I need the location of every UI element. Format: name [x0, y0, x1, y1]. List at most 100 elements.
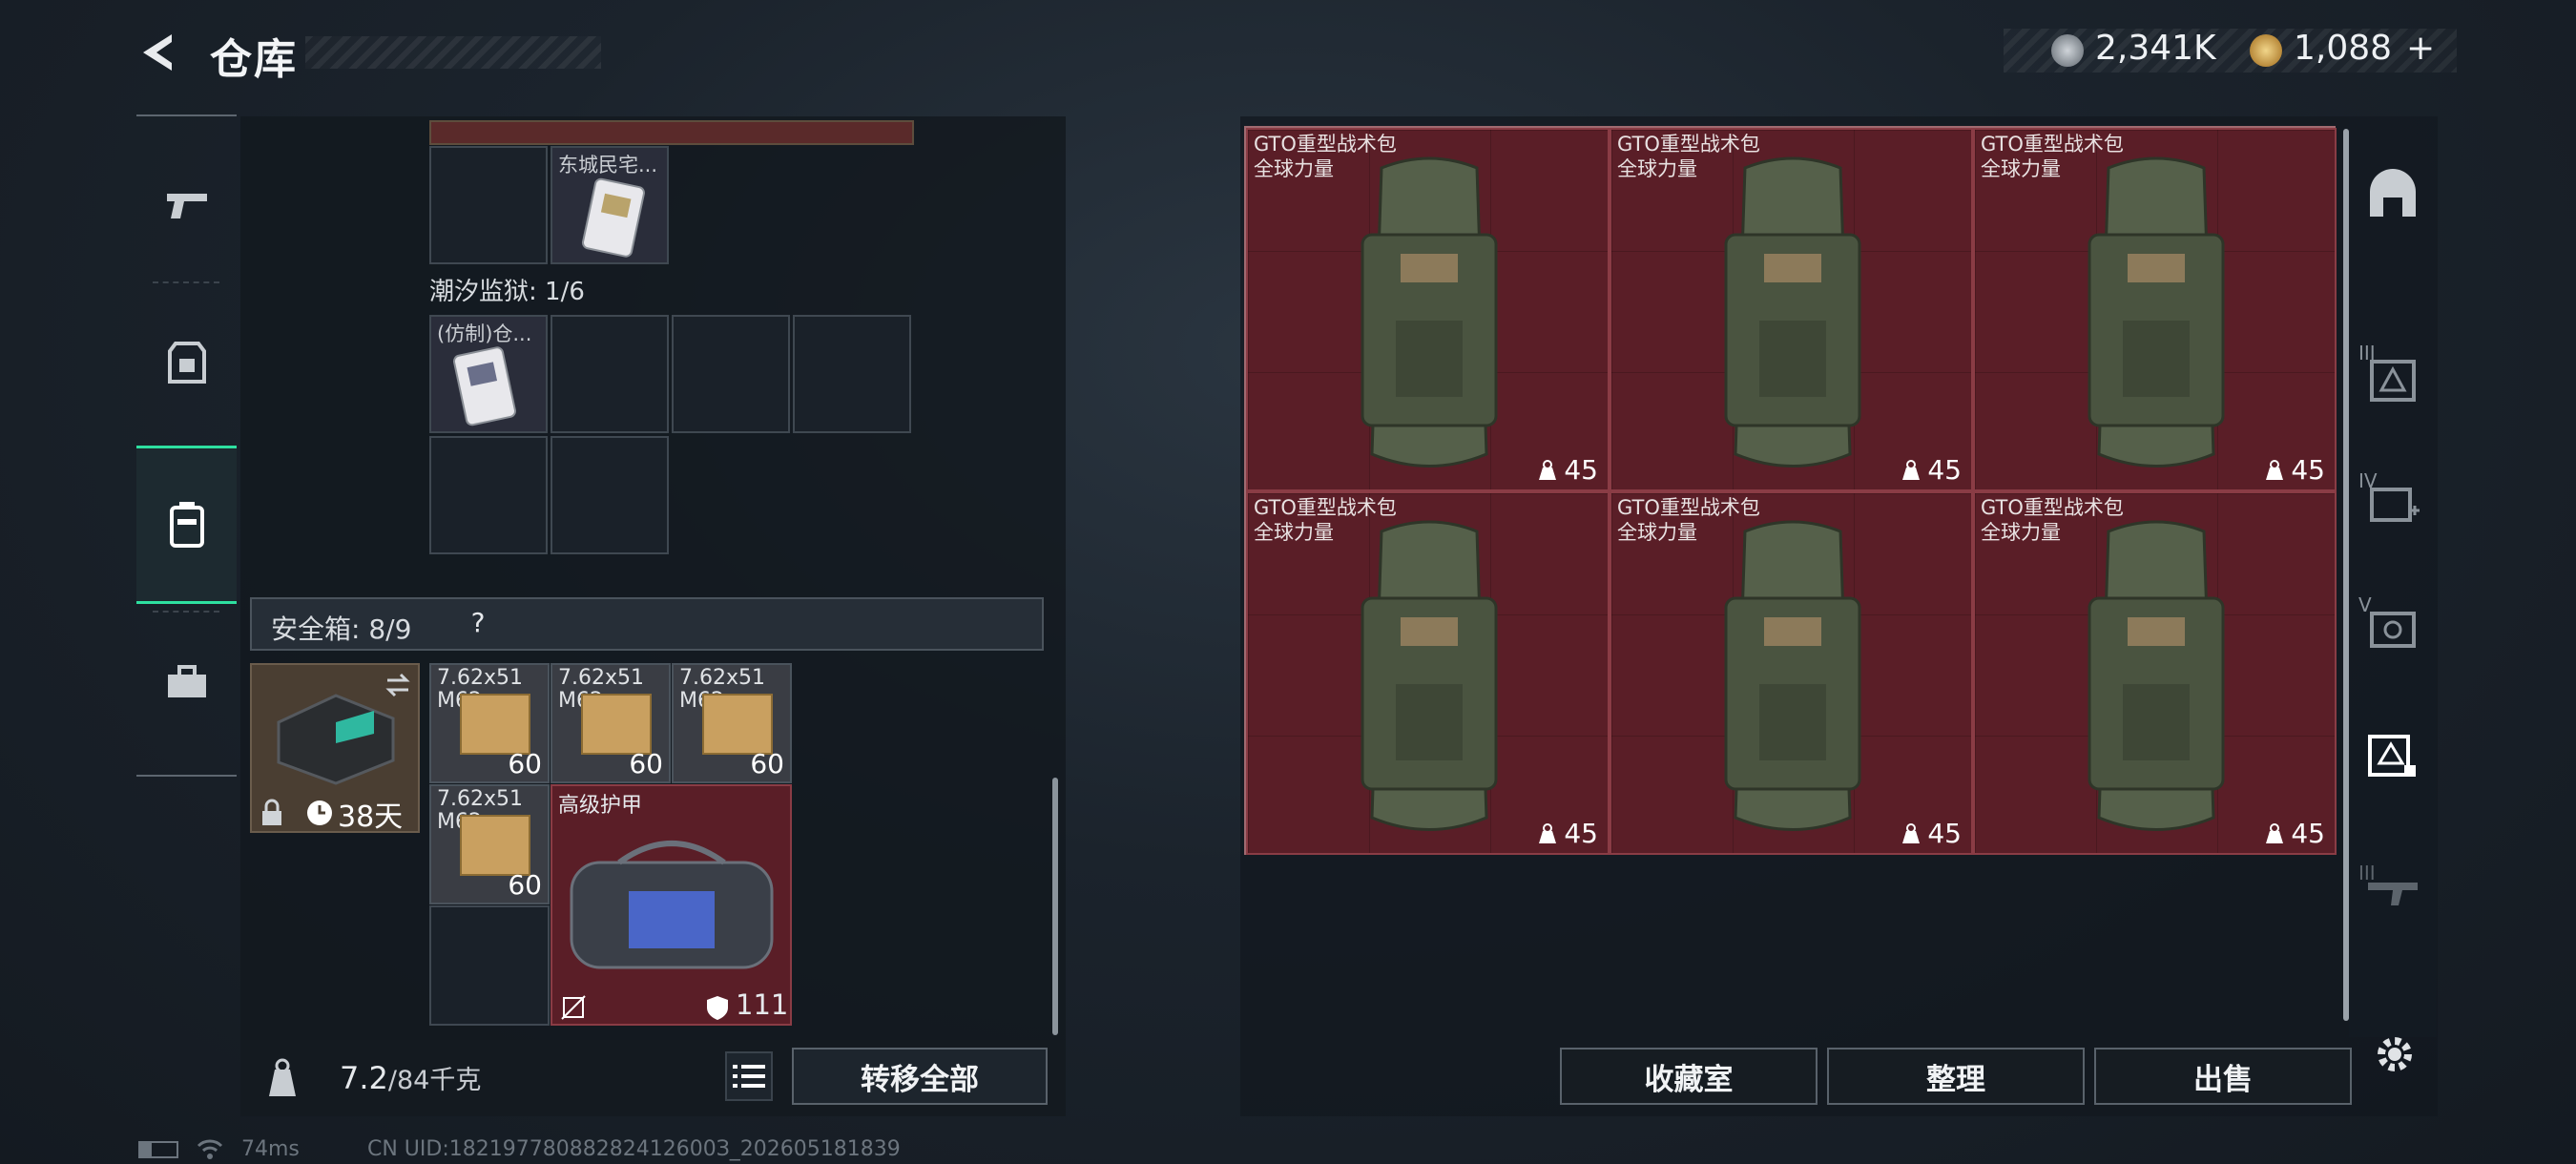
key-card-item[interactable]: (仿制)仓...	[429, 315, 548, 433]
filter-tier-5[interactable]: V	[2349, 572, 2437, 677]
filter-backpack[interactable]	[2349, 701, 2437, 806]
sell-button[interactable]: 出售	[2094, 1048, 2352, 1105]
weight-icon	[1902, 822, 1921, 843]
ammo-item[interactable]: 7.62x51M62 60	[429, 663, 550, 783]
backpack-weight-value: 45	[2291, 454, 2325, 486]
backpack-item[interactable]: GTO重型战术包 全球力量 45	[1973, 128, 2337, 491]
backpack-weight-value: 45	[1564, 818, 1598, 849]
shield-icon	[707, 996, 728, 1020]
grid-slot[interactable]	[551, 315, 669, 433]
grid-slot[interactable]	[429, 146, 548, 264]
backpack-brand: 全球力量	[1981, 157, 2061, 180]
organize-button[interactable]: 整理	[1827, 1048, 2085, 1105]
tier-5-icon	[2370, 612, 2416, 648]
weight-icon	[2266, 459, 2284, 480]
helmet-filter-icon	[2370, 169, 2416, 217]
pistol-icon	[166, 194, 207, 218]
collection-room-button[interactable]: 收藏室	[1560, 1048, 1818, 1105]
settings-button[interactable]	[2366, 1026, 2423, 1083]
section-label-prison: 潮汐监狱: 1/6	[429, 278, 585, 306]
ammo-item[interactable]: 7.62x51M62 60	[551, 663, 671, 783]
safe-box-icon	[277, 694, 395, 785]
back-button[interactable]	[134, 29, 181, 76]
battery-icon	[138, 1141, 178, 1158]
weight-icon	[1902, 459, 1921, 480]
currency-coins: 2,341K	[2095, 29, 2216, 68]
weight-icon	[269, 1058, 296, 1096]
ammo-caliber: 7.62x51	[558, 666, 644, 690]
wifi-icon	[197, 1139, 223, 1159]
coin-currency-icon	[2051, 34, 2084, 67]
uid-readout: CN UID:18219778088282412600З_20260518183…	[367, 1137, 901, 1161]
backpack-brand: 全球力量	[1254, 157, 1334, 180]
backpack-item[interactable]: GTO重型战术包 全球力量 45	[1973, 491, 2337, 855]
weight-readout: 7.2/84千克	[340, 1059, 481, 1096]
ammo-count: 60	[750, 748, 784, 779]
nav-backpack[interactable]	[136, 446, 237, 604]
list-view-button[interactable]	[725, 1051, 773, 1101]
tactical-backpack-icon	[2088, 520, 2225, 831]
ammo-count: 60	[508, 869, 542, 901]
safe-box-container[interactable]: 38天	[250, 663, 420, 834]
backpack-brand: 全球力量	[1981, 521, 2061, 544]
backpack-brand: 全球力量	[1617, 157, 1697, 180]
nav-armor[interactable]	[136, 286, 237, 439]
backpack-item[interactable]: GTO重型战术包 全球力量 45	[1246, 491, 1610, 855]
nav-weapons[interactable]	[136, 129, 237, 281]
backpack-weight: 45	[2264, 454, 2325, 486]
safe-box-header: 安全箱: 8/9 ?	[250, 597, 1044, 651]
lock-icon	[262, 799, 281, 825]
weight-info-button[interactable]	[256, 1050, 309, 1107]
ammo-box-icon	[702, 694, 773, 755]
swap-icon[interactable]	[384, 671, 412, 699]
grid-slot[interactable]	[793, 315, 911, 433]
backpack-weight: 45	[2264, 818, 2325, 849]
storage-scrollbar[interactable]	[1052, 778, 1058, 1035]
key-card-item[interactable]: 东城民宅...	[551, 146, 669, 264]
tier-label: III	[2358, 342, 2376, 364]
filter-tier-4[interactable]: IV	[2349, 448, 2437, 553]
filter-tier-3-weapons[interactable]: III	[2349, 835, 2437, 940]
grid-slot[interactable]	[429, 905, 550, 1026]
grid-slot[interactable]	[429, 436, 548, 554]
filter-all[interactable]	[2349, 143, 2437, 248]
currency-gold: 1,088	[2294, 29, 2393, 68]
weight-icon	[2266, 822, 2284, 843]
backpack-brand: 全球力量	[1254, 521, 1334, 544]
tier-label: V	[2358, 593, 2372, 616]
nav-toolbox[interactable]	[136, 606, 237, 759]
backpack-item[interactable]: GTO重型战术包 全球力量 45	[1610, 491, 1973, 855]
grid-slot[interactable]	[672, 315, 790, 433]
tier-label: IV	[2358, 469, 2378, 492]
gear-icon	[2378, 1037, 2412, 1071]
keycard-icon	[452, 346, 516, 426]
grid-slot[interactable]	[551, 436, 669, 554]
currency-add-button[interactable]: +	[2406, 29, 2435, 68]
armor-durability: 111	[736, 988, 789, 1021]
ammo-box-icon	[460, 815, 530, 876]
backpack-weight: 45	[1537, 818, 1598, 849]
ammo-count: 60	[629, 748, 663, 779]
transfer-all-button[interactable]: 转移全部	[792, 1048, 1048, 1105]
backpack-item[interactable]: GTO重型战术包 全球力量 45	[1246, 128, 1610, 491]
backpack-weight-value: 45	[1564, 454, 1598, 486]
filter-tier-3[interactable]: III	[2349, 324, 2437, 429]
backpack-weight-value: 45	[2291, 818, 2325, 849]
weight-current: 7.2	[340, 1060, 388, 1096]
backpack-weight-value: 45	[1927, 454, 1962, 486]
ammo-count: 60	[508, 748, 542, 779]
backpack-item[interactable]: GTO重型战术包 全球力量 45	[1610, 128, 1973, 491]
ammo-caliber: 7.62x51	[437, 666, 523, 690]
safe-box-help-button[interactable]: ?	[462, 607, 494, 641]
ammo-box-icon	[581, 694, 652, 755]
weight-icon	[1539, 459, 1557, 480]
duffel-bag-icon	[570, 841, 774, 969]
armor-bag-item[interactable]: 高级护甲 111	[551, 784, 792, 1026]
ammo-item[interactable]: 7.62x51M62 60	[429, 784, 550, 904]
tactical-backpack-icon	[1724, 520, 1861, 831]
back-arrow-icon	[143, 34, 172, 71]
page-title: 仓库	[210, 35, 298, 84]
list-icon	[733, 1065, 765, 1088]
container-top-strip	[429, 120, 914, 145]
ammo-item[interactable]: 7.62x51M62 60	[672, 663, 792, 783]
